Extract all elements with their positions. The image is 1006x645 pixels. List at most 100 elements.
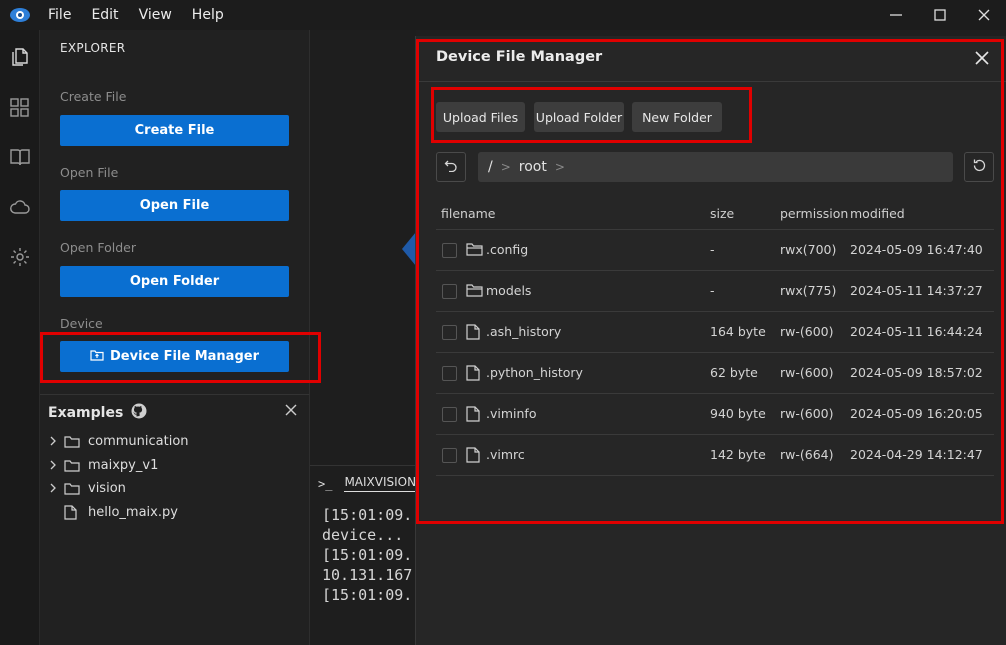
github-icon[interactable] — [131, 403, 147, 423]
open-file-button-label: Open File — [139, 198, 210, 213]
terminal-tab-maixvision[interactable]: MAIXVISION — [344, 475, 416, 492]
examples-title: Examples — [48, 405, 124, 421]
row-filename[interactable]: .python_history — [486, 365, 583, 380]
column-modified[interactable]: modified — [850, 206, 905, 221]
column-filename[interactable]: filename — [441, 206, 496, 221]
row-checkbox[interactable] — [442, 284, 457, 299]
folder-icon — [64, 482, 82, 495]
minimize-icon[interactable] — [874, 0, 918, 30]
folder-upload-icon — [90, 349, 104, 365]
terminal-line: [15:01:09. — [322, 506, 413, 524]
window-controls — [874, 0, 1006, 30]
create-file-button[interactable]: Create File — [60, 115, 289, 146]
tree-item-communication[interactable]: communication — [46, 430, 189, 452]
row-size: 940 byte — [710, 406, 766, 421]
cloud-icon[interactable] — [5, 192, 35, 222]
files-icon[interactable] — [5, 42, 35, 72]
path-segment-root[interactable]: root — [519, 159, 547, 175]
create-file-label: Create File — [60, 89, 127, 104]
column-size[interactable]: size — [710, 206, 734, 221]
row-modified: 2024-05-11 14:37:27 — [850, 283, 983, 298]
file-icon — [466, 406, 484, 424]
row-filename[interactable]: .ash_history — [486, 324, 561, 339]
terminal-line: device... — [322, 526, 404, 544]
upload-files-button[interactable]: Upload Files — [436, 102, 525, 132]
row-permission: rwx(775) — [780, 283, 837, 298]
row-checkbox[interactable] — [442, 448, 457, 463]
activity-bar — [0, 30, 40, 645]
device-file-manager-button-label: Device File Manager — [110, 349, 259, 364]
table-row[interactable]: .config - rwx(700) 2024-05-09 16:47:40 — [436, 230, 994, 271]
dfm-close-icon[interactable] — [972, 48, 992, 68]
row-checkbox[interactable] — [442, 407, 457, 422]
table-row[interactable]: .viminfo 940 byte rw-(600) 2024-05-09 16… — [436, 394, 994, 435]
refresh-button[interactable] — [964, 152, 994, 182]
row-modified: 2024-05-11 16:44:24 — [850, 324, 983, 339]
row-filename[interactable]: .vimrc — [486, 447, 525, 462]
table-row[interactable]: models - rwx(775) 2024-05-11 14:37:27 — [436, 271, 994, 312]
tree-item-label: communication — [88, 433, 189, 449]
row-permission: rw-(600) — [780, 365, 834, 380]
row-permission: rw-(600) — [780, 406, 834, 421]
book-icon[interactable] — [5, 142, 35, 172]
menu-edit[interactable]: Edit — [91, 7, 118, 23]
chevron-right-icon: > — [554, 160, 565, 174]
side-toggle-icon[interactable] — [400, 232, 416, 266]
dfm-divider — [416, 81, 1006, 82]
row-size: - — [710, 242, 715, 257]
row-modified: 2024-05-09 18:57:02 — [850, 365, 983, 380]
row-checkbox[interactable] — [442, 325, 457, 340]
folder-icon — [64, 459, 82, 472]
window-close-icon[interactable] — [962, 0, 1006, 30]
menu-help[interactable]: Help — [192, 7, 224, 23]
open-file-button[interactable]: Open File — [60, 190, 289, 221]
row-filename[interactable]: models — [486, 283, 531, 298]
file-icon — [466, 447, 484, 465]
file-icon — [466, 324, 484, 342]
extensions-icon[interactable] — [5, 92, 35, 122]
refresh-icon — [972, 158, 987, 177]
row-checkbox[interactable] — [442, 366, 457, 381]
menu-bar: File Edit View Help — [0, 0, 1006, 30]
row-permission: rw-(664) — [780, 447, 834, 462]
tree-item-vision[interactable]: vision — [46, 477, 126, 499]
terminal-prompt-icon: >_ — [318, 476, 333, 491]
tree-item-hello-maix[interactable]: hello_maix.py — [46, 501, 178, 523]
examples-close-icon[interactable] — [285, 404, 297, 420]
open-folder-button[interactable]: Open Folder — [60, 266, 289, 297]
row-filename[interactable]: .viminfo — [486, 406, 536, 421]
row-modified: 2024-04-29 14:12:47 — [850, 447, 983, 462]
row-filename[interactable]: .config — [486, 242, 528, 257]
upload-folder-button[interactable]: Upload Folder — [534, 102, 624, 132]
table-row[interactable]: .ash_history 164 byte rw-(600) 2024-05-1… — [436, 312, 994, 353]
open-folder-button-label: Open Folder — [129, 274, 220, 289]
chevron-right-icon — [46, 436, 60, 446]
terminal-line: [15:01:09. — [322, 546, 413, 564]
examples-header: Examples — [48, 403, 147, 423]
back-button[interactable] — [436, 152, 466, 182]
editor-area — [310, 30, 416, 465]
table-row[interactable]: .python_history 62 byte rw-(600) 2024-05… — [436, 353, 994, 394]
new-folder-button[interactable]: New Folder — [632, 102, 722, 132]
open-folder-label: Open Folder — [60, 240, 136, 255]
path-breadcrumb: / > root > — [478, 152, 953, 182]
row-size: 142 byte — [710, 447, 766, 462]
gear-icon[interactable] — [5, 242, 35, 272]
path-root[interactable]: / — [488, 159, 493, 175]
column-permission[interactable]: permission — [780, 206, 848, 221]
maximize-icon[interactable] — [918, 0, 962, 30]
row-size: - — [710, 283, 715, 298]
tree-item-label: vision — [88, 480, 126, 496]
device-file-manager-button[interactable]: Device File Manager — [60, 341, 289, 372]
tree-item-maixpy-v1[interactable]: maixpy_v1 — [46, 454, 158, 476]
row-checkbox[interactable] — [442, 243, 457, 258]
chevron-right-icon: > — [500, 160, 511, 174]
menu-view[interactable]: View — [139, 7, 172, 23]
menu-file[interactable]: File — [48, 7, 71, 23]
table-row[interactable]: .vimrc 142 byte rw-(664) 2024-04-29 14:1… — [436, 435, 994, 476]
chevron-right-icon — [46, 460, 60, 470]
folder-icon — [466, 283, 484, 301]
row-permission: rwx(700) — [780, 242, 837, 257]
dfm-title: Device File Manager — [436, 49, 603, 65]
app-logo-icon — [0, 0, 40, 30]
